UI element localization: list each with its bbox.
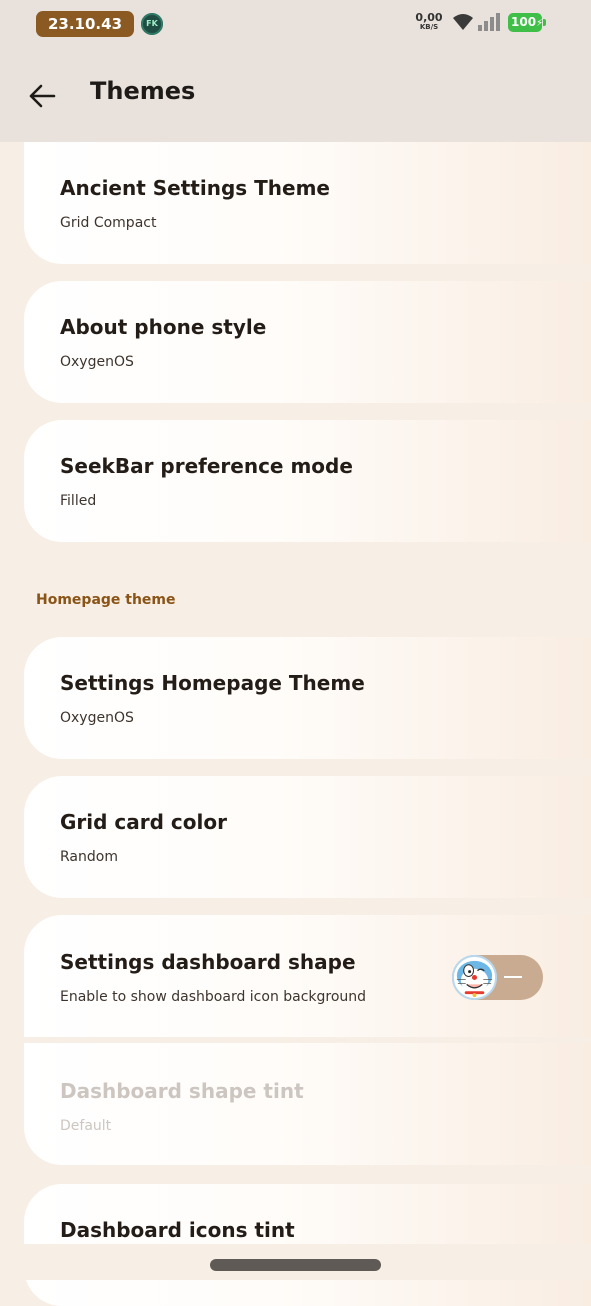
battery-level: 100 (511, 15, 537, 29)
status-time: 23.10.43 (36, 11, 134, 37)
network-speed-value: 0,00 (415, 11, 443, 24)
battery-tip (543, 19, 546, 26)
card-subtitle: OxygenOS (60, 710, 134, 726)
card-title: About phone style (60, 315, 267, 339)
card-subtitle: Random (60, 849, 118, 865)
setting-card-ancient-theme[interactable]: Ancient Settings Theme Grid Compact (24, 142, 591, 264)
card-title: Settings Homepage Theme (60, 671, 365, 695)
home-gesture-bar[interactable] (210, 1259, 381, 1271)
card-title: Grid card color (60, 810, 227, 834)
card-subtitle: Default (60, 1118, 112, 1134)
battery-icon: 100⚡ (508, 13, 543, 32)
card-subtitle: Filled (60, 493, 97, 509)
app-bar: Themes (0, 48, 591, 142)
arrow-left-icon (29, 84, 56, 108)
app-badge-icon: FK (141, 13, 163, 35)
card-subtitle: Grid Compact (60, 215, 157, 231)
card-subtitle: OxygenOS (60, 354, 134, 370)
card-title: Dashboard icons tint (60, 1218, 295, 1242)
card-title: Ancient Settings Theme (60, 176, 330, 200)
setting-card-dashboard-shape-tint: Dashboard shape tint Default (24, 1043, 591, 1165)
toggle-thumb-cat-icon (451, 954, 498, 1001)
card-subtitle: Enable to show dashboard icon background (60, 989, 367, 1005)
card-title: SeekBar preference mode (60, 454, 353, 478)
toggle-off-indicator (504, 976, 522, 978)
card-title: Dashboard shape tint (60, 1079, 304, 1103)
setting-card-homepage-theme[interactable]: Settings Homepage Theme OxygenOS (24, 637, 591, 759)
network-speed-unit: KB/S (419, 23, 439, 31)
page-title: Themes (90, 77, 196, 105)
setting-card-grid-card-color[interactable]: Grid card color Random (24, 776, 591, 898)
dashboard-shape-toggle[interactable] (451, 954, 543, 1001)
back-button[interactable] (22, 76, 62, 116)
status-bar: 23.10.43 FK 0,00 KB/S 100⚡ (0, 0, 591, 48)
section-header-homepage-theme: Homepage theme (36, 592, 176, 608)
setting-card-about-phone-style[interactable]: About phone style OxygenOS (24, 281, 591, 403)
network-speed: 0,00 KB/S (412, 12, 446, 31)
signal-icon (478, 13, 500, 31)
wifi-icon (453, 14, 473, 30)
card-title: Settings dashboard shape (60, 950, 356, 974)
setting-card-seekbar-mode[interactable]: SeekBar preference mode Filled (24, 420, 591, 542)
